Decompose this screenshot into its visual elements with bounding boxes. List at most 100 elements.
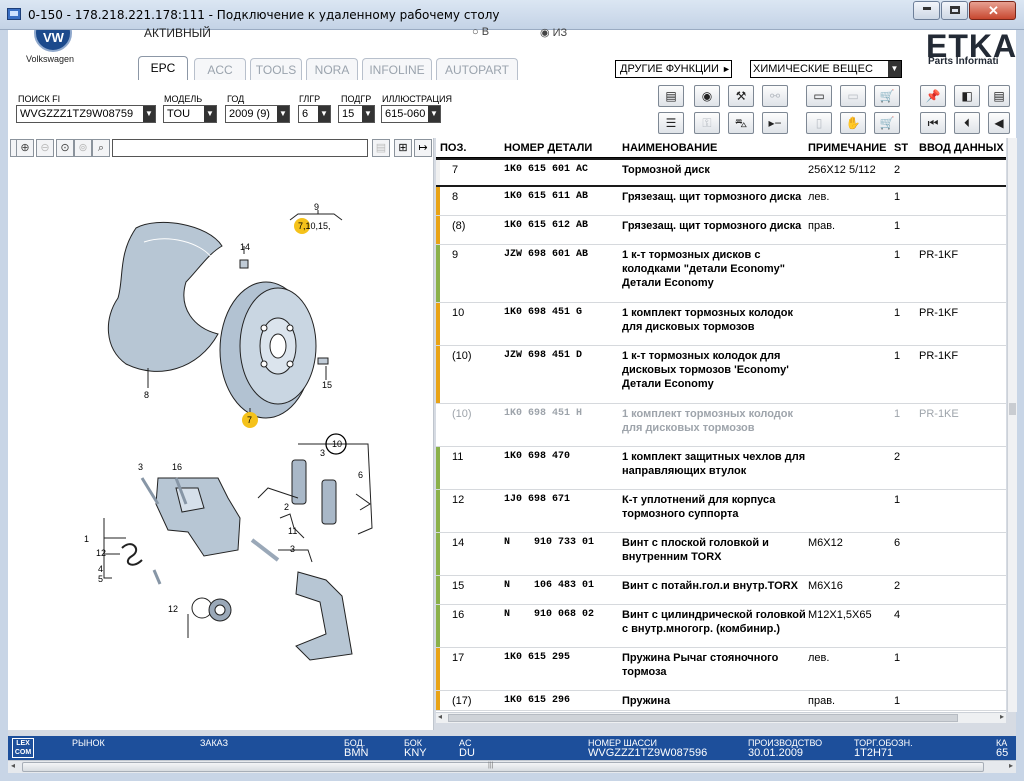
search-button[interactable]: ⌕ [92,139,110,157]
maximize-button[interactable] [941,1,968,20]
back-page-button[interactable]: ◧ [954,85,980,107]
table-row[interactable]: 7 1K0 615 601 AC Тормозной диск 256X12 5/11… [436,158,1006,187]
scroll-right-icon[interactable]: ▸ [1009,761,1013,770]
next-minus-button[interactable]: ▸− [762,112,788,134]
close-button[interactable]: ✕ [969,1,1016,20]
scroll-thumb[interactable] [1009,403,1016,415]
table-vertical-scrollbar[interactable] [1007,138,1017,712]
cart-add-button[interactable]: 🛒 [874,85,900,107]
tab-nora[interactable]: NORA [306,58,358,80]
hand-button[interactable]: ✋ [840,112,866,134]
chevron-down-icon: ▼ [277,106,289,122]
tools-button[interactable]: ⚒ [728,85,754,107]
pin-button[interactable]: 📌 [920,85,946,107]
scroll-left-icon[interactable]: ◂ [438,712,442,721]
prev-button[interactable]: ⏴ [954,112,980,134]
split-view-button[interactable]: ⊞ [394,139,412,157]
table-row[interactable]: 11 1K0 698 470 1 комплект защитных чехлов … [436,447,1006,490]
table-row[interactable]: 14 N 910 733 01 Винт с плоской головкой и … [436,533,1006,576]
callout-9[interactable]: 9 [314,202,319,212]
forward-page-button[interactable]: ▤ [988,85,1010,107]
window-horizontal-scrollbar[interactable]: ◂ ||| ▸ [8,760,1016,773]
table-row[interactable]: 15 N 106 483 01 Винт с потайн.гол.и внутр.… [436,576,1006,605]
minimize-button[interactable] [913,1,940,20]
link-button[interactable]: ⚯ [762,85,788,107]
tab-infoline[interactable]: INFOLINE [362,58,432,80]
print-button[interactable]: ▤ [658,85,684,107]
vehicle-button[interactable]: ⛍ [728,112,754,134]
zoom-in-button[interactable]: ⊕ [16,139,34,157]
callout-1[interactable]: 1 [84,534,89,544]
prev2-button[interactable]: ◀ [988,112,1010,134]
disc-button[interactable]: ◉ [694,85,720,107]
callout-4[interactable]: 4 [98,564,103,574]
table-row[interactable]: (10) 1K0 698 451 H 1 комплект тормозных ко… [436,404,1006,447]
callout-3c[interactable]: 3 [290,544,295,554]
callout-12a[interactable]: 12 [96,548,106,558]
zoom-out-button[interactable]: ⊖ [36,139,54,157]
compare-button[interactable]: ▯ [806,112,832,134]
first-button[interactable]: ⏮ [920,112,946,134]
exploded-diagram[interactable]: 9 7,10,15, 14 8 7 15 3 16 10 3 6 2 11 3 … [8,158,434,728]
col-note[interactable]: ПРИМЕЧАНИЕ [808,142,887,154]
callout-16[interactable]: 16 [172,462,182,472]
col-st[interactable]: ST [894,142,908,154]
table-row[interactable]: 17 1K0 615 295 Пружина Рычаг стояночного т… [436,648,1006,691]
col-name[interactable]: НАИМЕНОВАНИЕ [622,142,717,154]
tab-tools[interactable]: TOOLS [250,58,302,80]
callout-5[interactable]: 5 [98,574,103,584]
radio-b[interactable]: ○ В [472,26,489,38]
callout-3a[interactable]: 3 [138,462,143,472]
callout-7[interactable]: 7 [247,415,252,425]
table-row[interactable]: (17) 1K0 615 296 Пружина прав. 1 [436,691,1006,711]
elsa-button[interactable]: ▭ [806,85,832,107]
illus-select[interactable]: 615-060 ▼ [381,105,441,123]
tab-epc[interactable]: EPC [138,56,188,80]
col-part-number[interactable]: НОМЕР ДЕТАЛИ [504,142,592,154]
zoom-area-button[interactable]: ⊚ [74,139,92,157]
scroll-right-icon[interactable]: ▸ [1000,712,1004,721]
illustration-search-input[interactable] [112,139,368,157]
scroll-thumb[interactable] [22,762,984,772]
model-select[interactable]: TOU ▼ [163,105,217,123]
expand-pane-button[interactable]: ↦ [414,139,432,157]
podgr-select[interactable]: 15 ▼ [338,105,375,123]
table-row[interactable]: (8) 1K0 615 612 AB Грязезащ. щит тормозног… [436,216,1006,245]
tab-autopart[interactable]: AUTOPART [436,58,518,80]
col-input[interactable]: ВВОД ДАННЫХ П [919,142,1006,154]
callout-2[interactable]: 2 [284,502,289,512]
tab-acc[interactable]: ACC [194,58,246,80]
scroll-grip-icon: ||| [488,762,494,769]
col-pos[interactable]: ПОЗ. [440,142,466,154]
depot-button[interactable]: ▭ [840,85,866,107]
callout-7-10-15[interactable]: 7,10,15, [298,221,331,231]
callout-14[interactable]: 14 [240,242,250,252]
radio-iz[interactable]: ◉ ИЗ [540,26,567,39]
callout-3b[interactable]: 3 [320,448,325,458]
other-functions-menu[interactable]: ДРУГИЕ ФУНКЦИИ ► [615,60,732,78]
table-row[interactable]: 16 N 910 068 02 Винт с цилиндрической голо… [436,605,1006,648]
scroll-left-icon[interactable]: ◂ [11,761,15,770]
scroll-thumb[interactable] [448,714,958,722]
callout-8[interactable]: 8 [144,390,149,400]
callout-11[interactable]: 11 [288,526,297,536]
table-row[interactable]: 9 JZW 698 601 AB 1 к-т тормозных дисков с … [436,245,1006,303]
search-fi-select[interactable]: WVGZZZ1TZ9W08759 ▼ [16,105,156,123]
table-row[interactable]: 10 1K0 698 451 G 1 комплект тормозных коло… [436,303,1006,346]
table-row[interactable]: 12 1J0 698 671 К-т уплотнений для корпуса … [436,490,1006,533]
callout-15[interactable]: 15 [322,380,332,390]
key-button[interactable]: ⚿ [694,112,720,134]
table-horizontal-scrollbar[interactable]: ◂ ▸ [436,712,1006,723]
chem-select[interactable]: ХИМИЧЕСКИЕ ВЕЩЕС ▼ [750,60,902,78]
callout-10[interactable]: 10 [332,439,342,449]
table-row[interactable]: 8 1K0 615 611 AB Грязезащ. щит тормозного … [436,187,1006,216]
callout-6[interactable]: 6 [358,470,363,480]
callout-12b[interactable]: 12 [168,604,178,614]
table-row[interactable]: (10) JZW 698 451 D 1 к-т тормозных колодок… [436,346,1006,404]
year-select[interactable]: 2009 (9) ▼ [225,105,290,123]
glgr-select[interactable]: 6 ▼ [298,105,331,123]
cart-button[interactable]: 🛒 [874,112,900,134]
list-button[interactable]: ☰ [658,112,684,134]
zoom-fit-button[interactable]: ⊙ [56,139,74,157]
pane-option-button[interactable]: ▤ [372,139,390,157]
